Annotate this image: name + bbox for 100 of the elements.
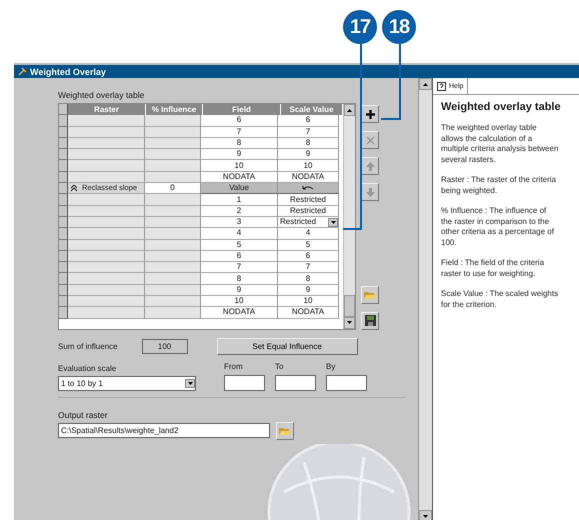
folder-icon <box>279 426 291 436</box>
table-cell: 6 <box>201 115 278 127</box>
caret-icon <box>330 220 336 224</box>
row-header[interactable] <box>59 284 68 296</box>
scroll-thumb[interactable] <box>344 294 355 317</box>
column-header[interactable]: Raster <box>68 104 146 116</box>
column-header[interactable]: Field <box>203 104 281 116</box>
table-cell[interactable]: 5 <box>278 240 339 251</box>
scroll-up-button[interactable] <box>419 78 432 90</box>
table-cell[interactable]: NODATA <box>278 307 339 319</box>
table-cell: 1 <box>201 194 278 206</box>
input-field[interactable] <box>326 374 367 391</box>
table-cell[interactable]: 10 <box>278 160 339 172</box>
sum-value: 100 <box>142 339 188 354</box>
row-header[interactable] <box>59 115 68 127</box>
hammer-icon <box>18 67 27 76</box>
sum-label: Sum of influence <box>58 342 118 352</box>
table-cell[interactable]: 6 <box>278 250 339 262</box>
help-title: Weighted overlay table <box>441 101 562 113</box>
help-icon <box>437 82 446 90</box>
help-paragraph: % Influence : The influence of the raster in comparison to the other criteria as a percentage of 100. <box>441 206 555 248</box>
window-title: Weighted Overlay <box>30 66 106 76</box>
set-equal-influence-button[interactable]: Set Equal Influence <box>216 338 358 356</box>
table-cell[interactable]: NODATA <box>278 172 339 184</box>
table-cell[interactable]: 8 <box>278 138 339 150</box>
add-button[interactable] <box>361 105 379 123</box>
table-cell: 2 <box>201 206 278 217</box>
table-cell: 8 <box>201 273 278 285</box>
input-field[interactable] <box>275 374 316 391</box>
open-folder-button[interactable] <box>361 286 379 304</box>
plus-icon <box>364 108 376 120</box>
row-header[interactable] <box>59 296 68 308</box>
scrollbar[interactable] <box>419 78 432 520</box>
callout-badge: 17 <box>343 10 377 44</box>
row-header[interactable] <box>59 250 68 262</box>
table-cell: 9 <box>201 284 278 296</box>
output-raster-label: Output raster <box>58 410 109 420</box>
output-raster-field[interactable]: C:\Spatial\Results\weighte_land2 <box>58 423 270 438</box>
table-cell[interactable]: 10 <box>278 296 339 308</box>
table-cell: 6 <box>201 250 278 262</box>
table-cell[interactable]: Restricted <box>278 194 339 206</box>
row-header[interactable] <box>59 307 68 319</box>
table-cell: 8 <box>201 138 278 150</box>
range-label: To <box>275 362 284 371</box>
column-header[interactable]: Scale Value <box>281 104 343 116</box>
up-arrow-icon <box>423 82 428 86</box>
browse-folder-button[interactable] <box>276 422 294 440</box>
row-header[interactable] <box>59 273 68 285</box>
influence-cell[interactable]: 0 <box>145 183 201 194</box>
help-paragraph: Scale Value : The scaled weights for the criterion. <box>441 289 560 310</box>
caret-icon <box>188 382 192 385</box>
row-header[interactable] <box>59 138 68 150</box>
table-cell[interactable]: 8 <box>278 273 339 285</box>
table-cell[interactable]: 9 <box>278 149 339 160</box>
row-header[interactable] <box>59 126 68 138</box>
scrollbar[interactable] <box>343 104 355 329</box>
undo-arrow-icon[interactable] <box>302 185 314 192</box>
table-cell: 10 <box>201 160 278 172</box>
column-header[interactable]: % Influence <box>146 104 203 116</box>
row-header[interactable] <box>59 160 68 172</box>
row-header[interactable] <box>59 149 68 160</box>
down-arrow-icon <box>364 186 376 198</box>
row-header[interactable] <box>59 216 68 228</box>
table-cell[interactable]: Restricted <box>278 206 339 217</box>
table-cell[interactable]: 9 <box>278 284 339 296</box>
table-cell: NODATA <box>201 172 278 184</box>
down-arrow-icon <box>423 514 428 518</box>
table-cell[interactable]: 4 <box>278 228 339 240</box>
collapse-icon[interactable] <box>71 184 77 192</box>
scroll-down-button[interactable] <box>344 316 355 329</box>
save-button[interactable] <box>361 312 379 330</box>
table-cell: 7 <box>201 262 278 274</box>
folder-icon <box>364 290 376 300</box>
row-header[interactable] <box>59 240 68 251</box>
help-paragraph: Raster : The raster of the criteria being weighted. <box>441 175 558 196</box>
row-header[interactable] <box>59 172 68 184</box>
evaluation-scale-label: Evaluation scale <box>58 364 118 373</box>
row-header[interactable] <box>59 262 68 274</box>
field-cell: Value <box>201 183 278 194</box>
table-cell: 7 <box>201 126 278 138</box>
range-label: By <box>326 362 336 371</box>
up-arrow-icon <box>347 108 352 112</box>
table-cell[interactable]: 6 <box>278 115 339 127</box>
input-field[interactable] <box>224 374 265 391</box>
table-cell[interactable]: 7 <box>278 126 339 138</box>
scale-dropdown[interactable]: Restricted <box>278 216 339 228</box>
row-header[interactable] <box>59 194 68 206</box>
row-header[interactable] <box>59 183 68 194</box>
table-label: Weighted overlay table <box>58 90 146 100</box>
table-cell: 9 <box>201 149 278 160</box>
scroll-up-button[interactable] <box>344 104 355 116</box>
help-paragraph: Field : The field of the criteria raster to use for weighting. <box>441 258 546 279</box>
scroll-down-button[interactable] <box>419 510 432 520</box>
down-arrow-icon <box>347 321 352 324</box>
row-header[interactable] <box>59 206 68 217</box>
row-header[interactable] <box>59 228 68 240</box>
table-cell: 5 <box>201 240 278 251</box>
evaluation-scale-dropdown[interactable]: 1 to 10 by 1 <box>58 376 196 391</box>
table-cell[interactable]: 7 <box>278 262 339 274</box>
corner-header <box>59 104 68 116</box>
